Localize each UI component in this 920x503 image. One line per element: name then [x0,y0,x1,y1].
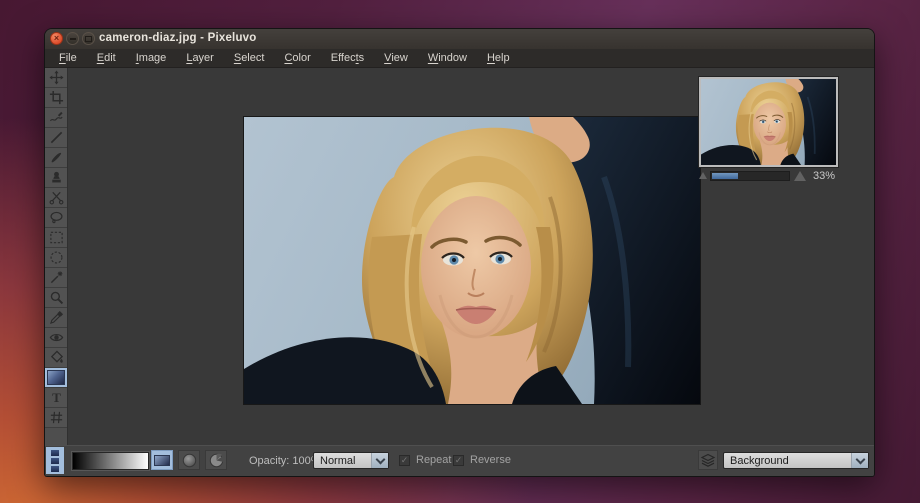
opacity-label: Opacity: 100% [249,455,321,467]
line-tool[interactable] [45,128,67,148]
tool-column [45,68,68,446]
minimize-button[interactable] [66,32,79,45]
gradient-preview[interactable] [72,452,149,470]
conical-gradient-icon [209,453,224,468]
linear-gradient-icon [154,455,170,466]
check-icon: ✓ [455,456,463,465]
red-eye-icon [49,330,64,345]
gradient-stops-button[interactable] [46,447,64,474]
zoom-slider[interactable] [710,171,790,181]
magic-wand-icon [49,270,64,285]
radial-gradient-button[interactable] [178,450,200,470]
chevron-down-icon [855,454,865,464]
pattern-icon [49,410,64,425]
close-icon: × [54,34,59,43]
menu-image[interactable]: Image [126,50,177,67]
photo-image [244,117,700,404]
layers-button[interactable] [698,450,718,470]
reverse-checkbox[interactable]: ✓ [453,455,464,466]
conical-gradient-button[interactable] [205,450,227,470]
red-eye-tool[interactable] [45,328,67,348]
crop-icon [49,90,64,105]
menu-color[interactable]: Color [274,50,320,67]
dropdown-arrow [851,453,868,468]
magic-wand-tool[interactable] [45,268,67,288]
layers-icon [700,452,716,468]
fill-icon [49,350,64,365]
navigator-zoom-row: 33% [699,169,838,182]
gradient-swatch-icon [47,370,65,385]
reverse-option: ✓ Reverse [453,454,511,466]
eyedropper-tool[interactable] [45,308,67,328]
radial-gradient-icon [182,453,197,468]
menu-window[interactable]: Window [418,50,477,67]
zoom-icon [49,290,64,305]
maximize-icon [85,36,92,42]
clone-icon [49,170,64,185]
menu-edit[interactable]: Edit [87,50,126,67]
brush-tool[interactable] [45,148,67,168]
titlebar[interactable]: × cameron-diaz.jpg - Pixeluvo [45,29,874,50]
text-icon [49,390,64,405]
options-bar: Opacity: 100% Normal ✓ Repeat ✓ Reverse … [45,445,874,476]
zoom-in-icon[interactable] [794,171,806,181]
gradient-tool[interactable] [45,368,67,388]
image-canvas[interactable] [243,116,701,405]
layer-select-dropdown[interactable]: Background [723,452,869,469]
text-tool[interactable] [45,388,67,408]
clone-tool[interactable] [45,168,67,188]
lasso-tool[interactable] [45,208,67,228]
menu-layer[interactable]: Layer [176,50,224,67]
rect-select-tool[interactable] [45,228,67,248]
check-icon: ✓ [401,456,409,465]
menubar: FileEditImageLayerSelectColorEffectsView… [45,49,874,68]
app-window: × cameron-diaz.jpg - Pixeluvo FileEditIm… [44,28,875,477]
ellipse-select-tool[interactable] [45,248,67,268]
ellipse-select-icon [49,250,64,265]
heal-tool[interactable] [45,108,67,128]
scissors-icon [49,190,64,205]
selected-layer-value: Background [724,455,851,467]
repeat-checkbox[interactable]: ✓ [399,455,410,466]
close-button[interactable]: × [50,32,63,45]
minimize-icon [70,38,76,40]
dropdown-arrow [371,453,388,468]
menu-file[interactable]: File [49,50,87,67]
move-tool[interactable] [45,68,67,88]
menu-effects[interactable]: Effects [321,50,374,67]
window-title: cameron-diaz.jpg - Pixeluvo [99,32,257,44]
gradient-stop-icon [51,466,59,472]
menu-select[interactable]: Select [224,50,275,67]
brush-icon [49,150,64,165]
fill-tool[interactable] [45,348,67,368]
move-icon [49,70,64,85]
menu-view[interactable]: View [374,50,418,67]
reverse-label: Reverse [470,454,511,466]
eyedropper-icon [49,310,64,325]
zoom-tool[interactable] [45,288,67,308]
maximize-button[interactable] [82,32,95,45]
crop-tool[interactable] [45,88,67,108]
zoom-slider-fill [712,173,738,179]
workspace: 33% [45,68,874,446]
menu-help[interactable]: Help [477,50,520,67]
gradient-stop-icon [51,450,59,456]
gradient-stop-icon [51,458,59,464]
blend-mode-value: Normal [314,455,371,467]
pattern-tool[interactable] [45,408,67,428]
zoom-out-icon[interactable] [699,172,707,179]
scissors-tool[interactable] [45,188,67,208]
linear-gradient-button[interactable] [151,450,173,470]
lasso-icon [49,210,64,225]
rect-select-icon [49,230,64,245]
zoom-percent-label: 33% [813,170,835,182]
chevron-down-icon [375,454,385,464]
navigator-thumbnail[interactable] [699,77,838,167]
heal-icon [49,110,64,125]
thumbnail-image [701,79,836,165]
blend-mode-dropdown[interactable]: Normal [313,452,389,469]
line-icon [49,130,64,145]
repeat-option: ✓ Repeat [399,454,451,466]
repeat-label: Repeat [416,454,451,466]
